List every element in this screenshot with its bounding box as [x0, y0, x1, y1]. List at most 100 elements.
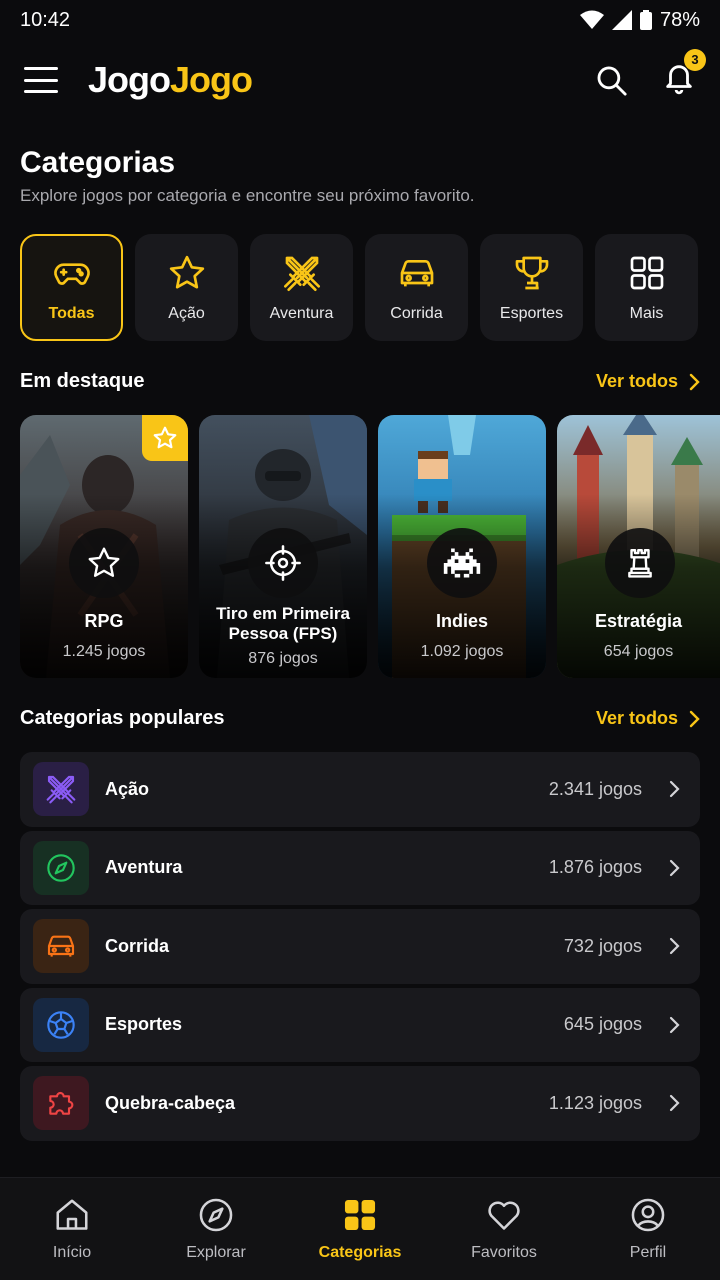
list-item-corrida[interactable]: Corrida 732 jogos [20, 909, 700, 984]
page-subtitle: Explore jogos por categoria e encontre s… [20, 186, 475, 205]
chip-label: Mais [629, 304, 664, 322]
row-icon-container [33, 997, 89, 1052]
chip-corrida[interactable]: Corrida [365, 234, 468, 341]
crosshair-icon [265, 545, 301, 581]
nav-label: Explorar [186, 1244, 246, 1261]
wifi-icon [579, 10, 604, 29]
row-name: Aventura [105, 857, 183, 878]
category-icon-badge [69, 528, 139, 598]
category-icon-badge [248, 528, 318, 598]
nav-favoritos[interactable]: Favoritos [432, 1178, 576, 1280]
featured-header: Em destaque Ver todos [20, 370, 700, 393]
row-count: 732 jogos [563, 935, 642, 956]
chess-rook-icon [628, 549, 652, 578]
star-icon [153, 426, 177, 449]
card-count: 654 jogos [603, 643, 674, 660]
row-count: 645 jogos [563, 1014, 642, 1035]
featured-see-all-link[interactable]: Ver todos [596, 371, 700, 392]
card-title: Tiro em Primeira Pessoa (FPS) [216, 604, 350, 643]
grid-icon [630, 256, 663, 289]
menu-icon[interactable] [24, 67, 58, 93]
star-icon [88, 547, 120, 577]
grid-icon [344, 1199, 376, 1231]
bottom-navigation: Início Explorar Categorias Favoritos Per… [0, 1177, 720, 1280]
nav-categorias[interactable]: Categorias [288, 1178, 432, 1280]
trophy-icon [515, 256, 548, 289]
star-icon [169, 255, 204, 288]
chip-label: Aventura [269, 304, 334, 322]
chevron-right-icon [669, 938, 680, 955]
featured-title: Em destaque [20, 370, 145, 392]
chip-label: Esportes [499, 304, 564, 322]
featured-card-fps[interactable]: Tiro em Primeira Pessoa (FPS) 876 jogos [199, 415, 367, 678]
row-icon-container [33, 1076, 89, 1131]
app-logo: JogoJogo [88, 59, 253, 101]
chip-label: Ação [168, 304, 205, 322]
row-icon-container [33, 762, 89, 817]
heart-icon [488, 1201, 520, 1230]
card-title: RPG [84, 611, 124, 631]
chevron-right-icon [669, 1095, 680, 1112]
car-icon [47, 935, 75, 957]
featured-card-rpg[interactable]: RPG 1.245 jogos [20, 415, 188, 678]
puzzle-icon [49, 1092, 74, 1115]
battery-percent: 78% [659, 8, 700, 31]
gamepad-icon [53, 262, 90, 285]
soccer-ball-icon [47, 1011, 75, 1039]
row-name: Esportes [105, 1014, 183, 1035]
chevron-right-icon [669, 859, 680, 876]
popular-see-all-link[interactable]: Ver todos [596, 708, 700, 729]
logo-part-1: Jogo [88, 59, 171, 100]
logo-part-2: Jogo [170, 59, 253, 100]
chip-todas[interactable]: Todas [20, 234, 123, 341]
car-icon [400, 259, 433, 286]
chevron-right-icon [669, 1016, 680, 1033]
popular-title: Categorias populares [20, 707, 225, 729]
profile-icon [631, 1198, 665, 1232]
crossed-swords-icon [46, 776, 76, 804]
status-bar: 10:42 78% [0, 0, 720, 40]
category-chips: Todas Ação Aventura Corrida Esportes Mai… [20, 234, 698, 341]
popular-header: Categorias populares Ver todos [20, 707, 700, 730]
chip-esportes[interactable]: Esportes [480, 234, 583, 341]
compass-icon [47, 854, 75, 882]
signal-icon [611, 10, 632, 30]
featured-card-indies[interactable]: Indies 1.092 jogos [378, 415, 546, 678]
popular-categories-list: Ação 2.341 jogos Aventura 1.876 jogos Co… [20, 752, 700, 1141]
list-item-quebra-cabeca[interactable]: Quebra-cabeça 1.123 jogos [20, 1066, 700, 1141]
row-icon-container [33, 919, 89, 974]
row-count: 2.341 jogos [548, 778, 642, 799]
see-all-label: Ver todos [595, 371, 678, 391]
card-title: Estratégia [594, 611, 683, 631]
page-title: Categorias [20, 146, 176, 179]
row-count: 1.123 jogos [548, 1092, 642, 1113]
chevron-right-icon [669, 781, 680, 798]
category-icon-badge [427, 528, 497, 598]
list-item-aventura[interactable]: Aventura 1.876 jogos [20, 830, 700, 905]
chip-mais[interactable]: Mais [595, 234, 698, 341]
row-name: Corrida [105, 935, 170, 956]
battery-icon [639, 10, 652, 30]
nav-inicio[interactable]: Início [0, 1178, 144, 1280]
notifications-button[interactable]: 3 [662, 48, 706, 100]
chip-acao[interactable]: Ação [135, 234, 238, 341]
card-title: Indies [435, 611, 488, 631]
card-count: 1.092 jogos [420, 643, 504, 660]
chip-aventura[interactable]: Aventura [250, 234, 353, 341]
row-name: Ação [105, 778, 150, 799]
list-item-esportes[interactable]: Esportes 645 jogos [20, 987, 700, 1062]
favorite-star-button[interactable] [142, 415, 188, 461]
featured-card-estrategia[interactable]: Estratégia 654 jogos [557, 415, 720, 678]
nav-explorar[interactable]: Explorar [144, 1178, 288, 1280]
search-icon[interactable] [594, 63, 628, 97]
nav-label: Categorias [318, 1244, 402, 1261]
app-header: JogoJogo 3 [0, 48, 720, 110]
chevron-right-icon [689, 373, 700, 390]
space-invader-icon [443, 548, 481, 578]
chip-label: Todas [48, 304, 95, 322]
card-count: 1.245 jogos [62, 643, 146, 660]
list-item-acao[interactable]: Ação 2.341 jogos [20, 752, 700, 827]
status-icons: 78% [579, 8, 700, 32]
nav-label: Favoritos [471, 1244, 537, 1261]
nav-perfil[interactable]: Perfil [576, 1178, 720, 1280]
